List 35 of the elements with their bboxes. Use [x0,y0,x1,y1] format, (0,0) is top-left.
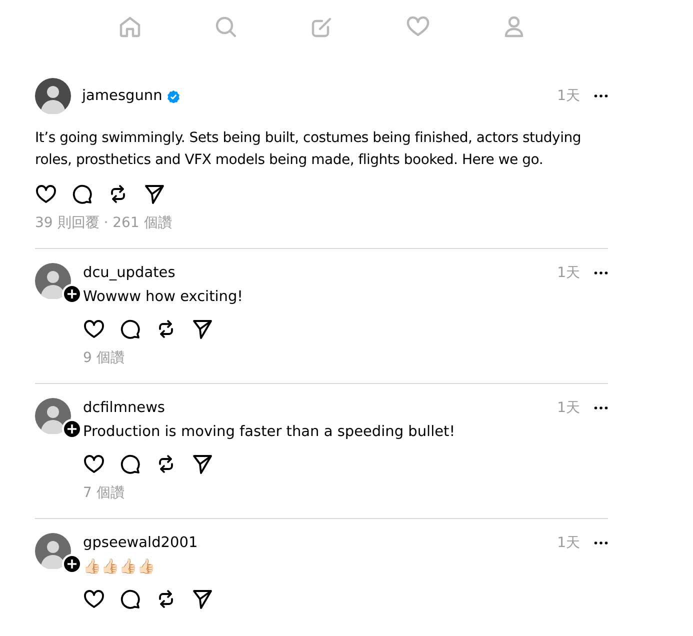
reply-text: 👍🏻👍🏻👍🏻👍🏻 [83,558,156,577]
avatar[interactable] [35,78,71,114]
comment-icon[interactable] [119,453,141,475]
reply-time: 1天 [557,264,580,282]
share-icon[interactable] [191,318,213,340]
heart-icon[interactable] [83,453,105,475]
reply-time: 1天 [557,399,580,417]
follow-plus-icon[interactable] [62,284,82,304]
comment-icon[interactable] [71,183,93,205]
heart-icon[interactable] [35,183,57,205]
username[interactable]: jamesgunn [82,88,162,104]
share-icon[interactable] [191,588,213,610]
comment-icon[interactable] [119,588,141,610]
comment-icon[interactable] [119,318,141,340]
follow-plus-icon[interactable] [62,554,82,574]
more-icon[interactable] [594,406,608,410]
post-time: 1天 [557,87,580,105]
avatar[interactable] [35,533,71,569]
reply-text: Wowww how exciting! [83,288,244,307]
heart-icon[interactable] [83,588,105,610]
avatar[interactable] [35,263,71,299]
username[interactable]: gpseewald2001 [83,535,198,551]
share-icon[interactable] [191,453,213,475]
username[interactable]: dcfilmnews [83,400,165,416]
reply-text: Production is moving faster than a speeding bullet! [83,423,456,442]
share-icon[interactable] [143,183,165,205]
more-icon[interactable] [594,271,608,275]
follow-plus-icon[interactable] [62,419,82,439]
avatar[interactable] [35,398,71,434]
more-icon[interactable] [594,94,608,98]
reply-time: 1天 [557,534,580,552]
post-text: It’s going swimmingly. Sets being built, costumes being finished, actors studying roles, prosthetics and VFX models being made, flights booked. Here we go. [35,129,582,170]
more-icon[interactable] [594,541,608,545]
heart-icon[interactable] [83,318,105,340]
username[interactable]: dcu_updates [83,265,176,281]
